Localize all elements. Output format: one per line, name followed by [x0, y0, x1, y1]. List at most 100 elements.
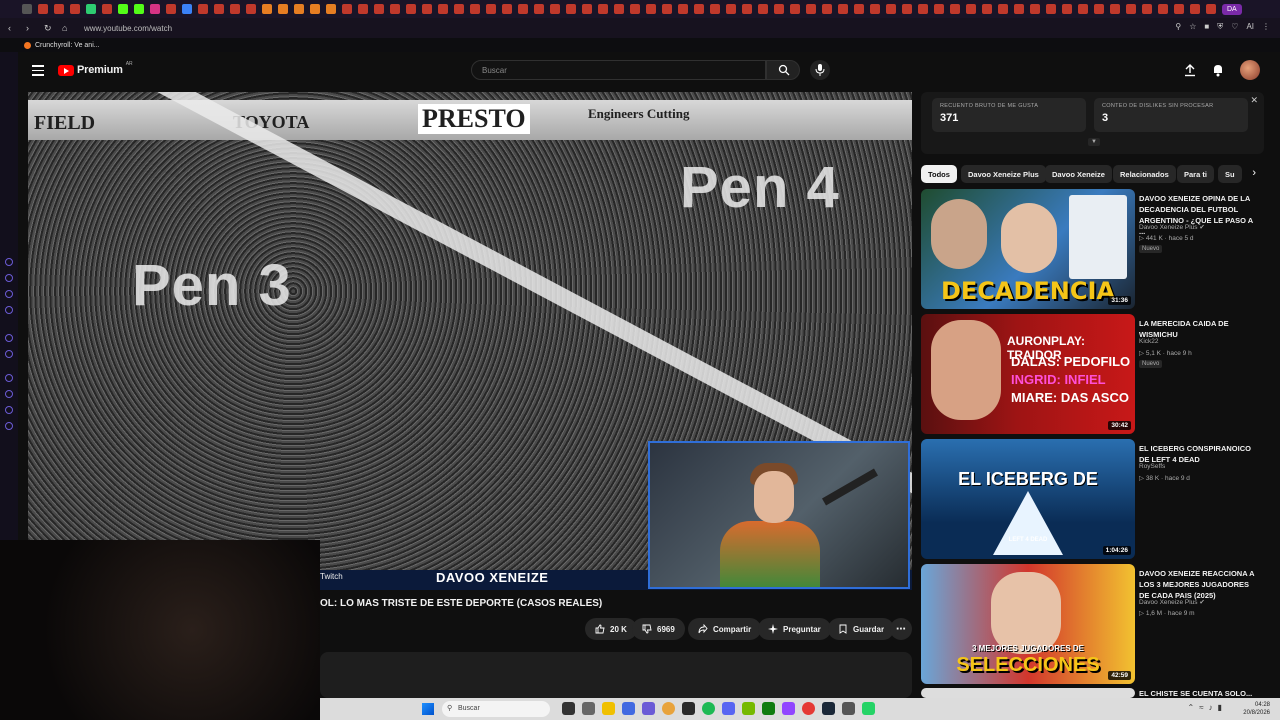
tab-icon[interactable]: [182, 4, 192, 14]
tab-icon[interactable]: [534, 4, 544, 14]
tab-icon[interactable]: [134, 4, 144, 14]
tab-icon[interactable]: [582, 4, 592, 14]
chip-relacionados[interactable]: Relacionados: [1113, 165, 1176, 183]
sidebar-app-icon[interactable]: [5, 390, 13, 398]
app-icon[interactable]: [642, 702, 655, 715]
video-thumbnail[interactable]: [921, 688, 1135, 698]
xbox-icon[interactable]: [762, 702, 775, 715]
sidebar-app-icon[interactable]: [5, 274, 13, 282]
sidebar-app-icon[interactable]: [5, 350, 13, 358]
chip-para-ti[interactable]: Para ti: [1177, 165, 1214, 183]
tab-icon[interactable]: [262, 4, 272, 14]
sidebar-app-icon[interactable]: [5, 290, 13, 298]
tab-icon[interactable]: [854, 4, 864, 14]
forward-icon[interactable]: ›: [26, 23, 36, 33]
steam-icon[interactable]: [822, 702, 835, 715]
tray-chevron-icon[interactable]: ⌃: [1188, 703, 1195, 712]
app-icon[interactable]: [782, 702, 795, 715]
video-title[interactable]: EL ICEBERG CONSPIRANOICO DE LEFT 4 DEAD: [1139, 443, 1261, 465]
tab-icon[interactable]: [1206, 4, 1216, 14]
back-icon[interactable]: ‹: [8, 23, 18, 33]
bookmark-icon[interactable]: ☆: [1189, 22, 1196, 32]
tab-icon[interactable]: [230, 4, 240, 14]
ai-button[interactable]: AI: [1246, 22, 1254, 32]
tab-icon[interactable]: [662, 4, 672, 14]
video-title[interactable]: EL CHISTE SE CUENTA SOLO...: [1139, 688, 1261, 698]
tab-icon[interactable]: [214, 4, 224, 14]
tab-icon[interactable]: [358, 4, 368, 14]
tab-icon[interactable]: [1078, 4, 1088, 14]
recommendation-item[interactable]: DECADENCIA 31:36 DAVOO XENEIZE OPINA DE …: [921, 189, 1264, 309]
zoom-icon[interactable]: ⚲: [1175, 22, 1181, 32]
battery-icon[interactable]: ▮: [1218, 703, 1222, 712]
channel-name[interactable]: RoySeffs: [1139, 463, 1165, 470]
tab-icon[interactable]: [774, 4, 784, 14]
tab-icon[interactable]: [342, 4, 352, 14]
description-box[interactable]: [320, 652, 912, 698]
tab-icon[interactable]: [406, 4, 416, 14]
tab-icon[interactable]: [502, 4, 512, 14]
tab-icon[interactable]: [1126, 4, 1136, 14]
tab-icon[interactable]: [1094, 4, 1104, 14]
app-icon[interactable]: [842, 702, 855, 715]
tab-icon[interactable]: [998, 4, 1008, 14]
ask-button[interactable]: Preguntar: [758, 618, 831, 640]
browser-icon[interactable]: [662, 702, 675, 715]
tab-icon[interactable]: [566, 4, 576, 14]
nvidia-icon[interactable]: [742, 702, 755, 715]
tab-icon[interactable]: [246, 4, 256, 14]
volume-icon[interactable]: ♪: [1209, 703, 1213, 712]
tab-icon[interactable]: [1142, 4, 1152, 14]
voice-search-button[interactable]: [810, 60, 830, 80]
tab-icon[interactable]: [1030, 4, 1040, 14]
tab-icon[interactable]: [598, 4, 608, 14]
tab-icon[interactable]: [614, 4, 624, 14]
chip-davoo-xeneize-plus[interactable]: Davoo Xeneize Plus: [961, 165, 1046, 183]
tab-icon[interactable]: [886, 4, 896, 14]
video-title[interactable]: DAVOO XENEIZE REACCIONA A LOS 3 MEJORES …: [1139, 568, 1261, 601]
video-title[interactable]: LA MERECIDA CAIDA DE WISMICHU: [1139, 318, 1261, 340]
tab-icon[interactable]: [1158, 4, 1168, 14]
task-view-icon[interactable]: [562, 702, 575, 715]
sidebar-app-icon[interactable]: [5, 334, 13, 342]
tab-icon[interactable]: [982, 4, 992, 14]
tab-icon[interactable]: [822, 4, 832, 14]
save-button[interactable]: Guardar: [828, 618, 895, 640]
more-menu-icon[interactable]: ⋮: [1262, 22, 1270, 32]
tab-icon[interactable]: [294, 4, 304, 14]
tab-icon[interactable]: [1014, 4, 1024, 14]
whatsapp-icon[interactable]: [862, 702, 875, 715]
video-thumbnail[interactable]: AURONPLAY: TRAIDOR DALAS: PEDOFILO INGRI…: [921, 314, 1135, 434]
tab-icon[interactable]: [726, 4, 736, 14]
sidebar-app-icon[interactable]: [5, 374, 13, 382]
tab-icon[interactable]: [1174, 4, 1184, 14]
expand-chevron-icon[interactable]: ▼: [1088, 138, 1100, 146]
chip-su[interactable]: Su: [1218, 165, 1242, 183]
tab-icon[interactable]: [70, 4, 80, 14]
search-button[interactable]: [766, 60, 800, 80]
youtube-logo[interactable]: Premium AR: [58, 61, 133, 76]
tab-icon[interactable]: [54, 4, 64, 14]
spotify-icon[interactable]: [702, 702, 715, 715]
hamburger-menu-icon[interactable]: [32, 65, 44, 76]
tab-icon[interactable]: [198, 4, 208, 14]
url-field[interactable]: www.youtube.com/watch: [84, 24, 172, 33]
settings-icon[interactable]: [5, 422, 13, 430]
tab-icon[interactable]: [374, 4, 384, 14]
tab-icon[interactable]: [1046, 4, 1056, 14]
discord-icon[interactable]: [722, 702, 735, 715]
tab-icon[interactable]: [38, 4, 48, 14]
sidebar-app-icon[interactable]: [5, 406, 13, 414]
tab-icon[interactable]: [950, 4, 960, 14]
sidebar-app-icon[interactable]: [5, 306, 13, 314]
recommendation-item[interactable]: EL ICEBERG DE LEFT 4 DEAD 1:04:26 EL ICE…: [921, 439, 1264, 559]
recommendation-item[interactable]: AURONPLAY: TRAIDOR DALAS: PEDOFILO INGRI…: [921, 314, 1264, 434]
like-button[interactable]: 20 K: [585, 618, 637, 640]
notifications-bell-icon[interactable]: [1211, 63, 1225, 77]
tab-icon[interactable]: [806, 4, 816, 14]
app-icon[interactable]: [622, 702, 635, 715]
tab-icon[interactable]: [902, 4, 912, 14]
tab-icon[interactable]: [390, 4, 400, 14]
video-thumbnail[interactable]: EL ICEBERG DE LEFT 4 DEAD 1:04:26: [921, 439, 1135, 559]
opera-icon[interactable]: [802, 702, 815, 715]
